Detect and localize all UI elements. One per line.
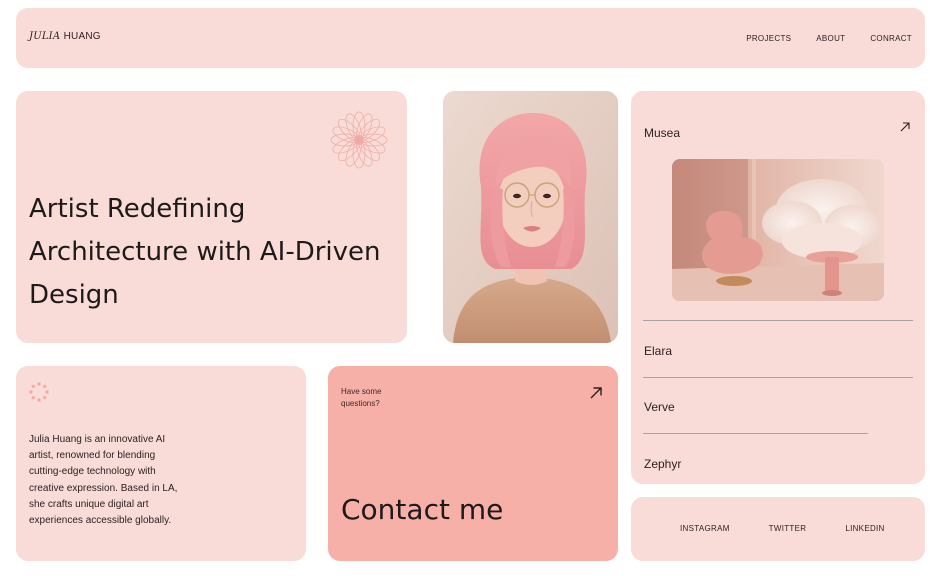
arrow-up-right-icon[interactable] (589, 386, 603, 400)
linkedin-link[interactable]: LINKEDIN (845, 524, 884, 533)
brand-first-name: JULIA (29, 31, 61, 42)
brand-last-name: HUANG (63, 31, 101, 42)
brand-logo[interactable]: JULIA HUANG (29, 31, 101, 42)
social-card: INSTAGRAM TWITTER LINKEDIN (631, 497, 925, 561)
nav-contact-link[interactable]: CONRACT (870, 34, 912, 43)
flower-ornament-icon (330, 111, 388, 169)
project-item-verve[interactable]: Verve (644, 400, 675, 414)
contact-title: Contact me (341, 493, 504, 526)
project-preview-image[interactable] (672, 159, 884, 301)
contact-card[interactable]: Have some questions? Contact me (328, 366, 618, 561)
divider (643, 320, 913, 321)
social-links: INSTAGRAM TWITTER LINKEDIN (680, 524, 885, 533)
hero-card: Artist Redefining Architecture with AI-D… (16, 91, 407, 343)
instagram-link[interactable]: INSTAGRAM (680, 524, 730, 533)
site-header: JULIA HUANG PROJECTS ABOUT CONRACT (16, 8, 925, 68)
bio-text: Julia Huang is an innovative AI artist, … (29, 434, 178, 527)
contact-question: Have some questions? (341, 387, 382, 408)
divider (643, 433, 868, 434)
bio-card: Julia Huang is an innovative AI artist, … (16, 366, 306, 561)
arrow-up-right-icon[interactable] (899, 121, 911, 133)
nav-projects-link[interactable]: PROJECTS (746, 34, 791, 43)
projects-card: Musea Elara Verve Zephyr (631, 91, 925, 484)
project-item-elara[interactable]: Elara (644, 344, 672, 358)
project-title-musea[interactable]: Musea (644, 126, 680, 140)
twitter-link[interactable]: TWITTER (769, 524, 807, 533)
artist-portrait-image (443, 91, 618, 343)
dotted-circle-icon (29, 382, 49, 402)
hero-title: Artist Redefining Architecture with AI-D… (29, 194, 381, 310)
project-item-zephyr[interactable]: Zephyr (644, 457, 681, 471)
divider (643, 377, 913, 378)
nav-about-link[interactable]: ABOUT (816, 34, 845, 43)
main-nav: PROJECTS ABOUT CONRACT (746, 34, 912, 43)
